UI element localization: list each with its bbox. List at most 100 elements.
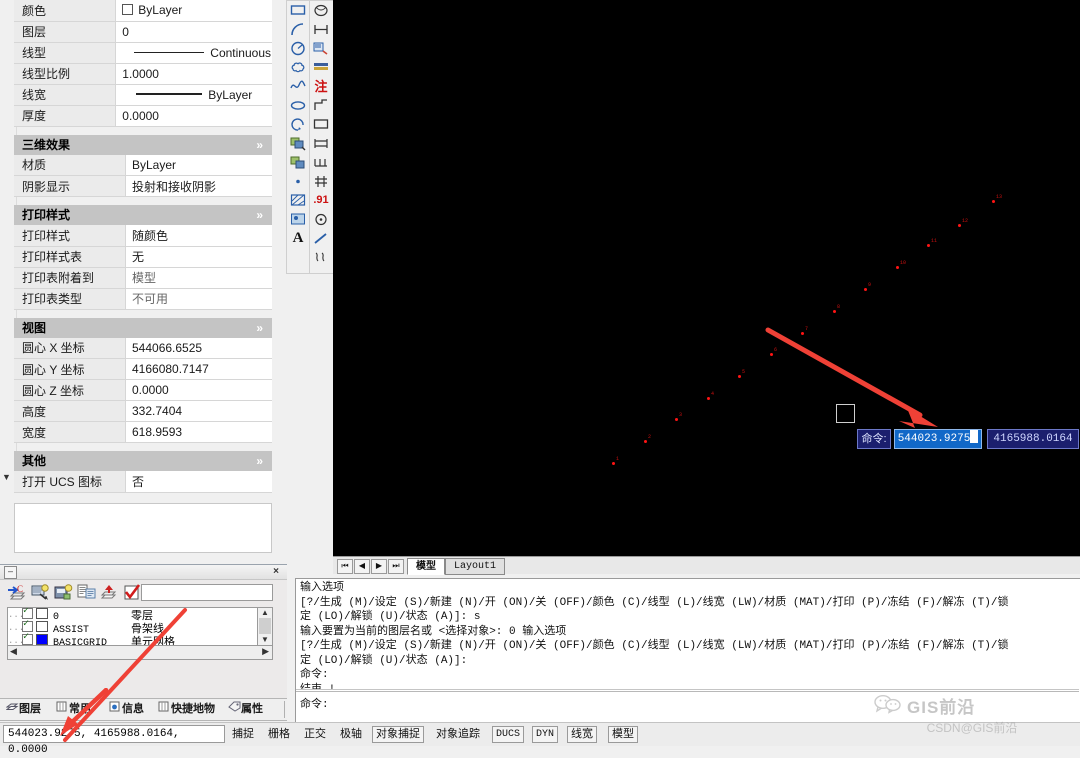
property-row[interactable]: 打印样式表 无 bbox=[14, 246, 272, 268]
property-row[interactable]: 打印表类型 不可用 bbox=[14, 288, 272, 310]
section-header-view[interactable]: 视图 » bbox=[14, 317, 272, 338]
property-value[interactable]: 0.0000 bbox=[125, 379, 272, 401]
property-row[interactable]: 圆心 Y 坐标 4166080.7147 bbox=[14, 358, 272, 380]
last-layout-button[interactable]: ⏭ bbox=[388, 559, 404, 574]
property-value[interactable]: 随颜色 bbox=[125, 225, 272, 247]
property-row-linetype-scale[interactable]: 线型比例 1.0000 bbox=[14, 63, 272, 85]
property-row[interactable]: 打开 UCS 图标 否 bbox=[14, 471, 272, 493]
property-value[interactable]: 否 bbox=[125, 471, 272, 493]
layer-merge-icon[interactable] bbox=[100, 583, 120, 602]
tab-info[interactable]: 信息 bbox=[109, 701, 144, 718]
spline-icon[interactable] bbox=[287, 77, 309, 96]
point-marker[interactable] bbox=[770, 353, 773, 356]
toggle-ortho[interactable]: 正交 bbox=[300, 726, 330, 743]
point-marker[interactable] bbox=[675, 418, 678, 421]
tab-properties[interactable]: 属性 bbox=[228, 701, 263, 718]
block-icon[interactable] bbox=[287, 153, 309, 172]
prev-layout-button[interactable]: ◀ bbox=[354, 559, 370, 574]
next-layout-button[interactable]: ▶ bbox=[371, 559, 387, 574]
continue-dim-icon[interactable] bbox=[310, 153, 332, 172]
tab-common[interactable]: 常用 bbox=[56, 701, 91, 718]
toggle-lineweight[interactable]: 线宽 bbox=[567, 726, 597, 743]
property-row[interactable]: 打印表附着到 模型 bbox=[14, 267, 272, 289]
property-value[interactable]: ByLayer bbox=[115, 84, 272, 106]
first-layout-button[interactable]: ⏮ bbox=[337, 559, 353, 574]
property-row-thickness[interactable]: 厚度 0.0000 bbox=[14, 105, 272, 127]
cloud-icon[interactable] bbox=[287, 58, 309, 77]
tab-model[interactable]: 模型 bbox=[407, 558, 445, 575]
property-value[interactable]: 544066.6525 bbox=[125, 337, 272, 359]
close-icon[interactable]: × bbox=[270, 566, 282, 577]
point-marker[interactable] bbox=[707, 397, 710, 400]
center-mark-icon[interactable] bbox=[310, 210, 332, 229]
point-marker[interactable] bbox=[864, 288, 867, 291]
property-value[interactable]: 1.0000 bbox=[115, 63, 272, 85]
dynamic-input-x-field[interactable]: 544023.9275 bbox=[894, 429, 982, 449]
property-row[interactable]: 圆心 Z 坐标 0.0000 bbox=[14, 379, 272, 401]
property-value[interactable]: ByLayer bbox=[115, 0, 272, 22]
revision-arc-icon[interactable] bbox=[287, 115, 309, 134]
layer-list-icon[interactable] bbox=[77, 583, 97, 602]
chevron-up-icon[interactable]: » bbox=[256, 319, 263, 337]
point-marker[interactable] bbox=[992, 200, 995, 203]
point-marker[interactable] bbox=[738, 375, 741, 378]
point-marker[interactable] bbox=[833, 310, 836, 313]
property-value[interactable]: 投射和接收阴影 bbox=[125, 175, 272, 197]
layer-row[interactable]: ····0零层 bbox=[8, 608, 258, 623]
property-value[interactable]: 无 bbox=[125, 246, 272, 268]
toggle-otrack[interactable]: 对象追踪 bbox=[432, 726, 484, 743]
scroll-left-icon[interactable]: ◀ bbox=[10, 646, 17, 657]
property-row[interactable]: 材质 ByLayer bbox=[14, 154, 272, 176]
point-marker[interactable] bbox=[927, 244, 930, 247]
layer-color-swatch[interactable] bbox=[36, 621, 48, 632]
new-layer-icon[interactable]: C bbox=[8, 583, 28, 602]
block-insert-icon[interactable] bbox=[287, 134, 309, 153]
property-row-linetype[interactable]: 线型 Continuous bbox=[14, 42, 272, 64]
property-value[interactable]: Continuous bbox=[115, 42, 272, 64]
layer-row[interactable]: ····ASSIST骨架线 bbox=[8, 618, 258, 636]
property-row[interactable]: 宽度 618.9593 bbox=[14, 421, 272, 443]
property-row[interactable]: 圆心 X 坐标 544066.6525 bbox=[14, 337, 272, 359]
annotate-icon[interactable]: 注 bbox=[310, 77, 332, 96]
drawing-canvas[interactable]: 13 12 11 10 9 8 7 6 5 4 3 2 1 命令: 544023… bbox=[333, 0, 1080, 556]
toggle-model[interactable]: 模型 bbox=[608, 726, 638, 743]
section-header-misc[interactable]: 其他 » bbox=[14, 451, 272, 471]
layer-color-swatch[interactable] bbox=[36, 634, 48, 645]
toggle-polar[interactable]: 极轴 bbox=[336, 726, 366, 743]
dynamic-input-y-field[interactable]: 4165988.0164 bbox=[987, 429, 1079, 449]
property-value[interactable]: 0.0000 bbox=[115, 105, 272, 127]
scroll-up-icon[interactable]: ▲ bbox=[258, 608, 272, 617]
layers-vertical-scrollbar[interactable]: ▲ ▼ bbox=[257, 607, 273, 647]
quick-dim-icon[interactable] bbox=[310, 39, 332, 58]
toggle-osnap[interactable]: 对象捕捉 bbox=[372, 726, 424, 743]
toggle-snap[interactable]: 捕捉 bbox=[228, 726, 258, 743]
property-row[interactable]: 打印样式 随颜色 bbox=[14, 225, 272, 247]
dim-style-icon[interactable] bbox=[310, 58, 332, 77]
tab-quick-features[interactable]: 快捷地物 bbox=[158, 701, 215, 718]
property-row-layer[interactable]: 图层 0 bbox=[14, 21, 272, 43]
scroll-down-icon[interactable]: ▼ bbox=[258, 635, 272, 644]
point-marker[interactable] bbox=[896, 266, 899, 269]
toggle-grid[interactable]: 栅格 bbox=[264, 726, 294, 743]
rect-dim-icon[interactable] bbox=[310, 115, 332, 134]
section-header-3d-effects[interactable]: 三维效果 » bbox=[14, 134, 272, 155]
point-marker[interactable] bbox=[644, 440, 647, 443]
toggle-dyn[interactable]: DYN bbox=[532, 726, 559, 743]
point-marker[interactable] bbox=[958, 224, 961, 227]
layer-properties-icon[interactable] bbox=[54, 583, 74, 602]
coordinate-readout[interactable]: 544023.9275, 4165988.0164, 0.0000 bbox=[3, 725, 225, 756]
property-row-color[interactable]: 颜色 ByLayer bbox=[14, 0, 272, 22]
linear-dim-icon[interactable] bbox=[310, 20, 332, 39]
property-value[interactable]: ByLayer bbox=[125, 154, 272, 176]
property-row-lineweight[interactable]: 线宽 ByLayer bbox=[14, 84, 272, 106]
oblique-icon[interactable] bbox=[310, 229, 332, 248]
point-marker[interactable] bbox=[801, 332, 804, 335]
section-header-plot-style[interactable]: 打印样式 » bbox=[14, 205, 272, 225]
dim-edit-icon[interactable] bbox=[310, 248, 332, 267]
tab-layout1[interactable]: Layout1 bbox=[445, 558, 506, 575]
property-value[interactable]: 0 bbox=[115, 21, 272, 43]
layers-list[interactable]: ····0零层 ····ASSIST骨架线 ····BASICGRID单元网格 … bbox=[7, 607, 259, 647]
property-value[interactable]: 332.7404 bbox=[125, 400, 272, 422]
rectangle-icon[interactable] bbox=[287, 1, 309, 20]
tab-layers[interactable]: 图层 bbox=[5, 701, 41, 718]
